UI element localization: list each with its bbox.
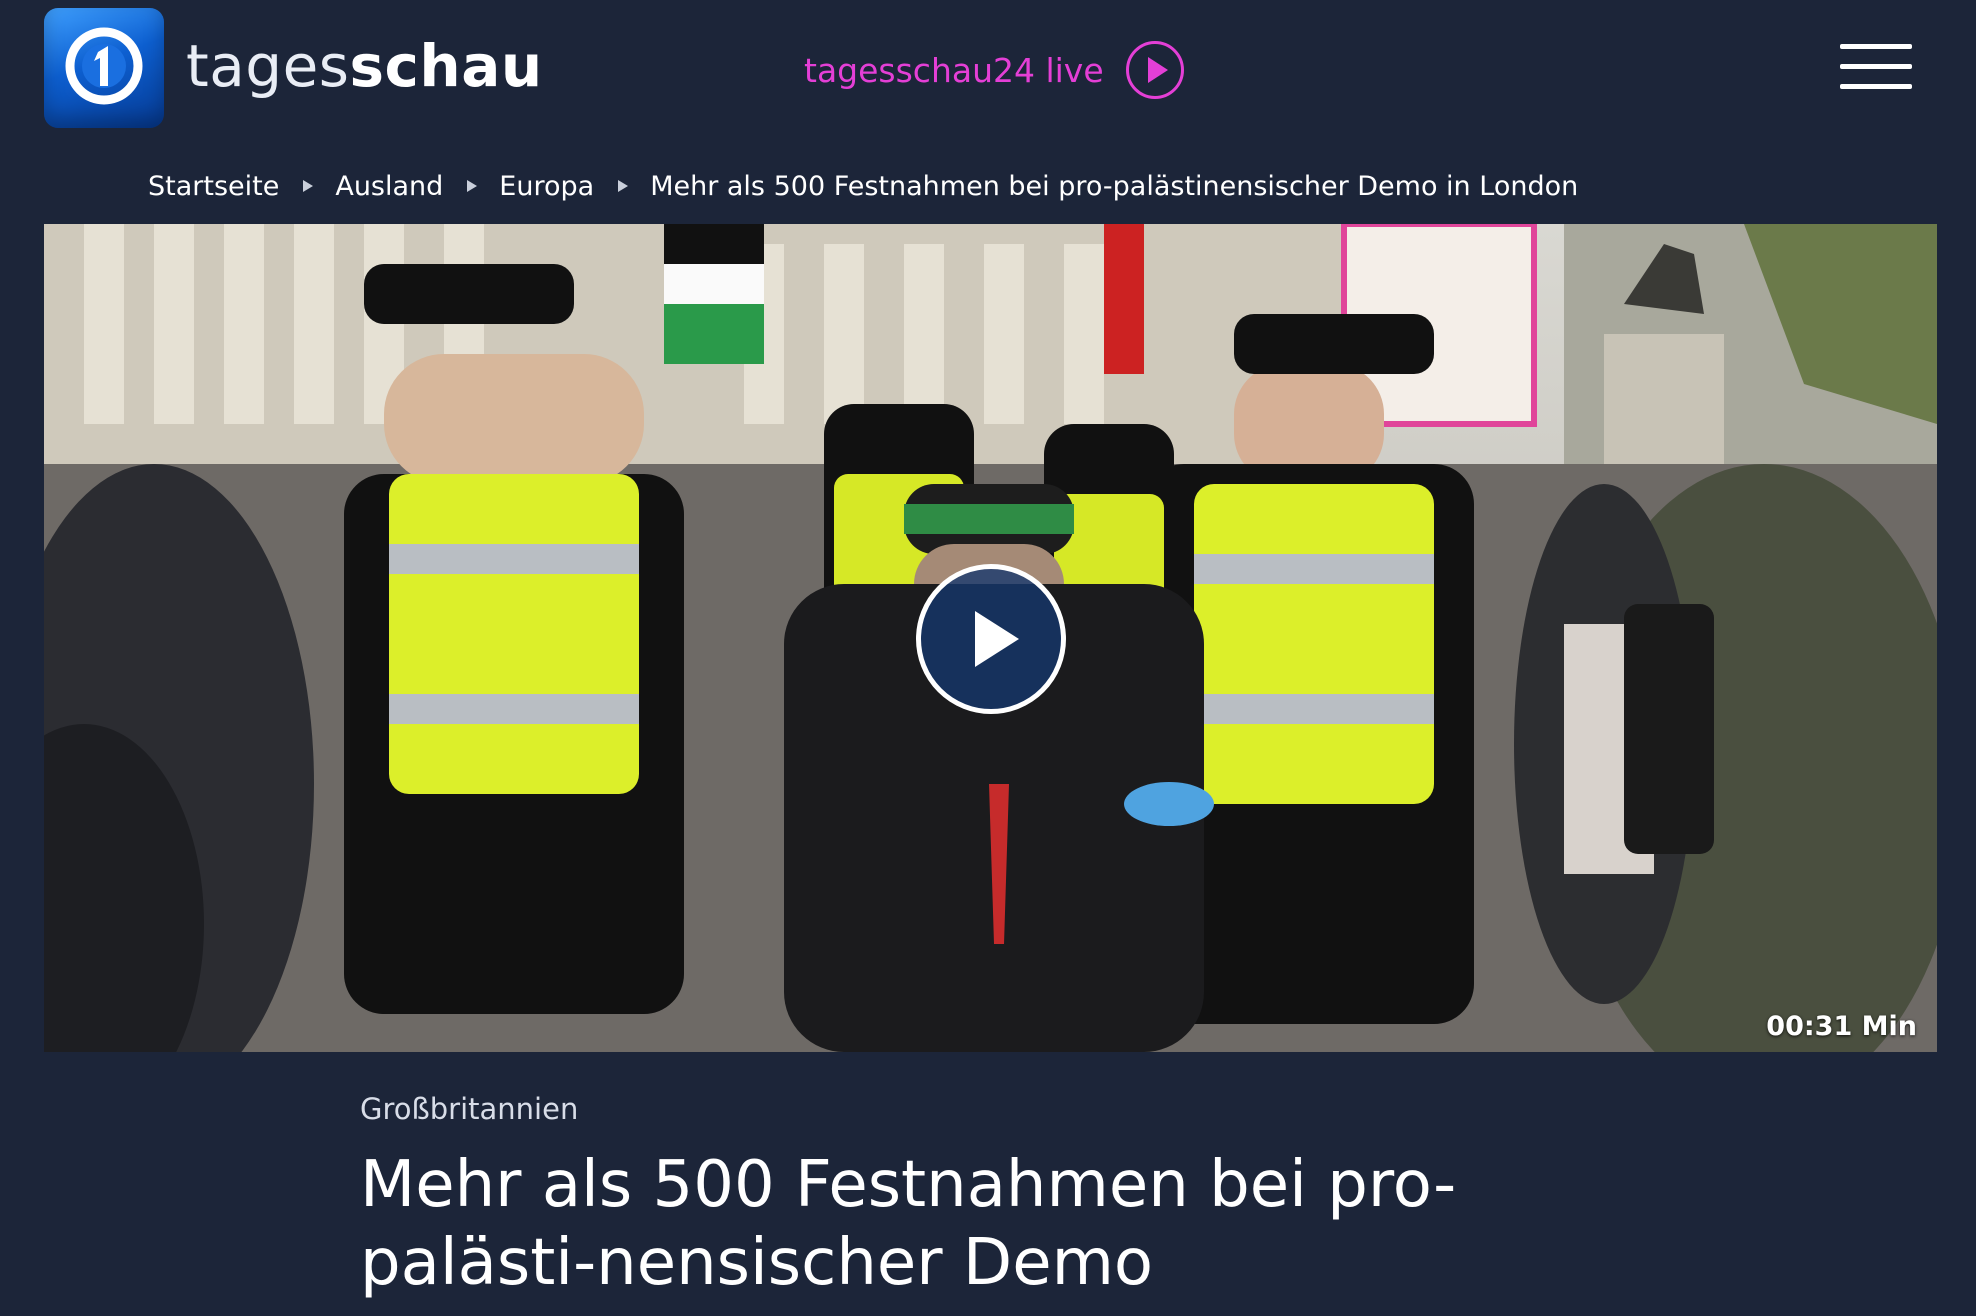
ard-1-logo-icon[interactable]	[44, 8, 164, 128]
hamburger-menu-icon[interactable]	[1840, 40, 1912, 92]
brand-wordmark[interactable]: tagesschau	[186, 28, 543, 104]
triangle-right-icon	[467, 180, 478, 192]
site-header: tagesschau tagesschau24 live	[0, 0, 1976, 140]
brand-wordmark-bold: schau	[349, 32, 543, 100]
breadcrumb: Startseite Ausland Europa Mehr als 500 F…	[148, 166, 1578, 206]
breadcrumb-current-page: Mehr als 500 Festnahmen bei pro-palästin…	[650, 170, 1579, 202]
triangle-right-icon	[618, 180, 629, 192]
breadcrumb-item-ausland[interactable]: Ausland	[335, 171, 443, 202]
video-player[interactable]: 00:31 Min	[44, 224, 1937, 1052]
menu-bar	[1840, 44, 1912, 49]
video-duration: 00:31 Min	[1766, 1011, 1917, 1042]
live-stream-link[interactable]: tagesschau24 live	[804, 40, 1184, 100]
menu-bar	[1840, 84, 1912, 89]
article-headline: Mehr als 500 Festnahmen bei pro-palästi-…	[360, 1148, 1457, 1300]
live-stream-label: tagesschau24 live	[804, 50, 1104, 90]
play-circle-icon	[1125, 41, 1184, 99]
menu-bar	[1840, 64, 1912, 69]
play-icon[interactable]	[916, 564, 1066, 714]
breadcrumb-item-startseite[interactable]: Startseite	[148, 171, 279, 202]
breadcrumb-item-europa[interactable]: Europa	[499, 171, 594, 202]
triangle-right-icon	[303, 180, 314, 192]
article-topline: Großbritannien	[360, 1092, 579, 1126]
brand-wordmark-light: tages	[186, 32, 350, 100]
